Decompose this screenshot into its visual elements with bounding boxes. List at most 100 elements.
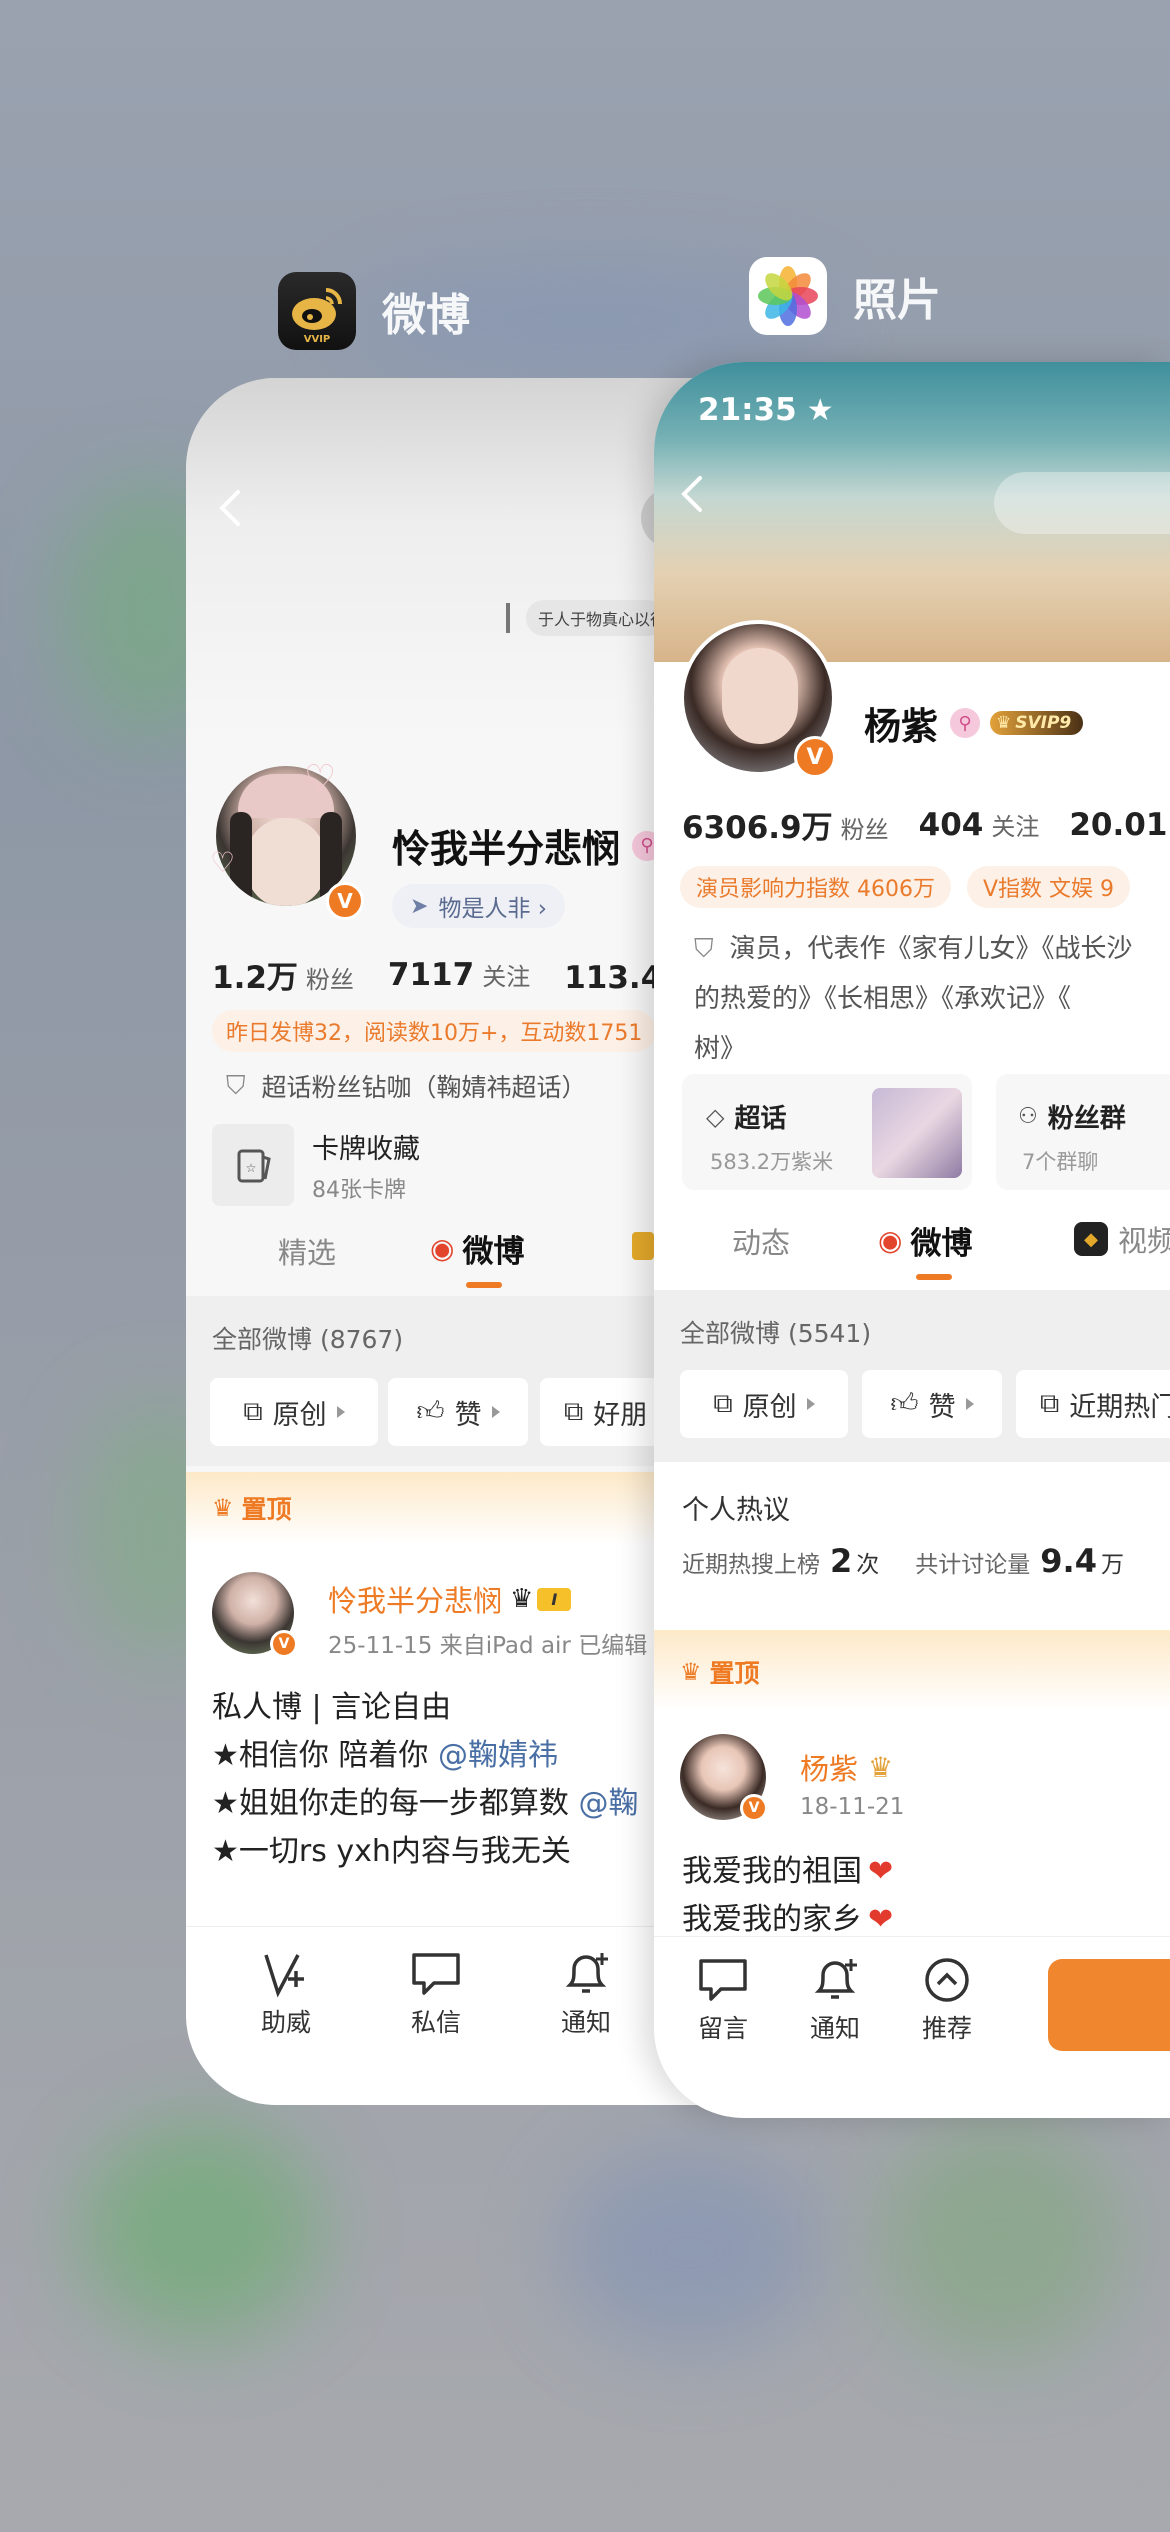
crown-icon: ♛ <box>212 1494 234 1522</box>
weibo-logo-icon: ◉ <box>878 1224 903 1257</box>
photos-app-label[interactable]: 照片 <box>749 257 941 335</box>
top-search-pill[interactable] <box>994 472 1170 534</box>
tab-featured[interactable]: 精选 <box>278 1230 336 1272</box>
verified-badge-icon: V <box>326 882 364 920</box>
profile-avatar[interactable]: ♡ ♡ V <box>210 758 366 920</box>
super-topic-card[interactable]: ◇ 超话 583.2万紫米 <box>682 1074 972 1190</box>
filter-liked[interactable]: 👍︎ 赞 <box>388 1378 528 1446</box>
back-icon[interactable] <box>678 474 708 518</box>
post-author[interactable]: 怜我半分悲悯 <box>328 1578 502 1620</box>
card-collection[interactable]: ☆ 卡牌收藏 84张卡牌 <box>212 1124 420 1206</box>
crown-icon: ♛ <box>868 1750 894 1784</box>
nav-notify[interactable]: 通知 <box>526 1949 646 2039</box>
super-topic-thumbnail <box>872 1088 962 1178</box>
stat-following[interactable]: 404 关注 <box>919 807 1040 843</box>
tab-indicator <box>916 1274 952 1280</box>
tab-weibo[interactable]: ◉ 微博 <box>878 1218 972 1263</box>
svg-text:VVIP: VVIP <box>304 334 331 345</box>
banner-motto: 于人于物真心以待 <box>506 600 666 636</box>
layers-icon: ⧉ <box>1040 1388 1060 1419</box>
verified-badge-icon: V <box>270 1630 298 1658</box>
stat-following[interactable]: 7117 关注 <box>388 957 530 993</box>
super-topic-title: 超话 <box>734 1104 787 1134</box>
pinned-label: 置顶 <box>709 1659 760 1688</box>
fan-group-title: 粉丝群 <box>1047 1104 1126 1134</box>
fan-group-card[interactable]: ⚇ 粉丝群 7个群聊 <box>996 1074 1170 1190</box>
hot-title: 个人热议 <box>682 1495 790 1526</box>
heart-frame-icon: ♡ <box>304 758 337 799</box>
filter-liked[interactable]: 👍︎ 赞 <box>862 1370 1002 1438</box>
card-collection-title: 卡牌收藏 <box>312 1133 420 1165</box>
nav-recommend[interactable]: 推荐 <box>902 1955 992 2045</box>
post-line: 我爱我的祖国 ❤ <box>682 1854 894 1889</box>
shield-check-icon: ⛉ <box>226 1070 246 1101</box>
back-icon[interactable] <box>216 488 246 528</box>
photos-app-card[interactable]: 21:35 ★ V 杨紫 ⚲ ♛ SVIP9 6306.9万 粉丝 404 关注 20… <box>654 362 1170 2118</box>
actor-influence-pill[interactable]: 演员影响力指数 4606万 <box>680 866 951 908</box>
people-icon: ⚇ <box>1018 1104 1038 1129</box>
profile-avatar[interactable]: V <box>680 620 840 780</box>
all-posts-count: 全部微博 (5541) <box>680 1319 872 1348</box>
personal-hot-section[interactable]: 个人热议 近期热搜上榜 2 次 共计讨论量 9.4 万 <box>654 1462 1170 1612</box>
profile-tag[interactable]: ➤ 物是人非 › <box>392 884 565 928</box>
post-avatar[interactable]: V <box>680 1734 770 1824</box>
profile-name-row: 杨紫 ⚲ ♛ SVIP9 <box>864 696 1084 750</box>
crown-icon: ♛ <box>680 1658 702 1686</box>
follow-button[interactable] <box>1048 1959 1170 2051</box>
weibo-app-icon: VVIP <box>278 272 356 350</box>
post-author[interactable]: 杨紫 <box>800 1746 858 1788</box>
tab-video[interactable]: ◆ 视频 <box>1074 1218 1170 1260</box>
filter-original[interactable]: ⧉ 原创 <box>210 1378 378 1446</box>
search-pink-icon: ⚲ <box>950 708 980 738</box>
video-tab-icon: ◆ <box>1074 1222 1108 1256</box>
profile-name: 杨紫 <box>864 705 938 748</box>
stat-likes[interactable]: 20.01 <box>1069 807 1167 843</box>
fan-group-subtitle: 7个群聊 <box>1022 1150 1099 1174</box>
post-date: 18-11-21 <box>800 1794 905 1820</box>
layers-icon: ⧉ <box>713 1388 733 1419</box>
all-posts-count: 全部微博 (8767) <box>212 1325 404 1354</box>
photos-app-icon <box>749 257 827 335</box>
stats-row: 6306.9万 粉丝 404 关注 20.01 <box>682 802 1167 847</box>
nav-cheer[interactable]: 助威 <box>226 1949 346 2039</box>
activity-notice[interactable]: 昨日发博32，阅读数10万+，互动数1751 <box>212 1010 657 1052</box>
status-bar: 21:35 ★ <box>698 392 834 428</box>
weibo-app-name: 微博 <box>382 290 470 341</box>
video-tab-icon[interactable] <box>632 1232 654 1260</box>
post-line: ★姐姐你走的每一步都算数 @鞠 <box>212 1786 639 1821</box>
hot-stats: 近期热搜上榜 2 次 共计讨论量 9.4 万 <box>682 1542 1124 1580</box>
crown-icon: ♛ <box>996 713 1012 733</box>
bottom-nav: 留言 通知 推荐 <box>654 1936 1170 2118</box>
thumb-up-icon: 👍︎ <box>416 1396 445 1427</box>
diamond-icon: ◇ <box>706 1102 725 1131</box>
filter-recent-hot[interactable]: ⧉ 近期热门 <box>1016 1370 1170 1438</box>
star-icon: ★ <box>806 392 834 428</box>
mention-link[interactable]: @鞠婧祎 <box>438 1738 558 1773</box>
nav-messages[interactable]: 私信 <box>376 1949 496 2039</box>
filter-original[interactable]: ⧉ 原创 <box>680 1370 848 1438</box>
stat-fans[interactable]: 6306.9万 粉丝 <box>682 802 889 847</box>
verified-badge-icon: V <box>794 736 836 778</box>
weibo-app-label[interactable]: VVIP 微博 <box>278 272 470 350</box>
pinned-post[interactable]: V 杨紫 ♛ 18-11-21 我爱我的祖国 ❤ 我爱我的家乡 ❤ <box>654 1710 1170 1970</box>
paper-plane-icon: ➤ <box>410 893 429 919</box>
pinned-label: 置顶 <box>241 1495 292 1524</box>
svg-text:☆: ☆ <box>246 1161 257 1175</box>
tab-weibo[interactable]: ◉ 微博 <box>430 1226 524 1271</box>
nav-notify[interactable]: 通知 <box>790 1955 880 2045</box>
tab-feed[interactable]: 动态 <box>732 1220 790 1262</box>
nav-comment[interactable]: 留言 <box>678 1955 768 2045</box>
thumb-up-icon: 👍︎ <box>890 1388 919 1419</box>
level-badge: I <box>537 1587 572 1611</box>
stat-fans[interactable]: 1.2万 粉丝 <box>212 952 354 997</box>
v-index-pill[interactable]: V指数 文娱 9 <box>966 866 1131 908</box>
super-topic-badge[interactable]: ⛉ 超话粉丝钻咖（鞠婧祎超话） <box>226 1068 587 1104</box>
post-avatar[interactable]: V <box>212 1572 298 1658</box>
mention-link[interactable]: @鞠 <box>578 1786 638 1821</box>
tab-bar: 动态 ◉ 微博 ◆ 视频 <box>654 1210 1170 1290</box>
bio: ⛉ 演员，代表作《家有儿女》《战长沙 的热爱的》《长相思》《承欢记》《 树》 <box>694 924 1133 1074</box>
card-collection-subtitle: 84张卡牌 <box>312 1177 406 1203</box>
card-icon: ☆ <box>212 1124 294 1206</box>
heart-icon: ❤ <box>868 1854 894 1889</box>
verified-badge-icon: V <box>740 1794 768 1822</box>
